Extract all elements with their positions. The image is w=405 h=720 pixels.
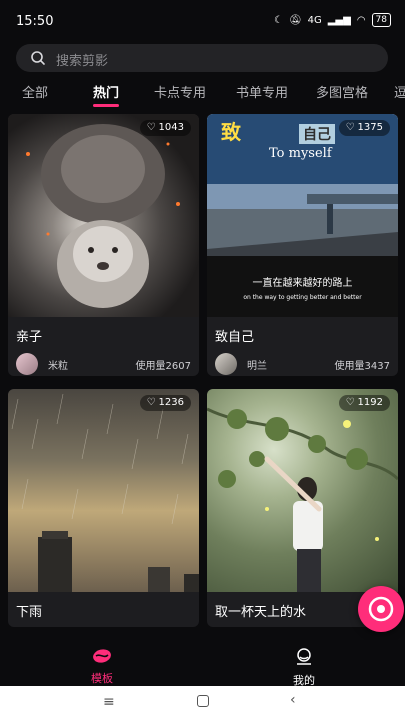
card-title: 下雨 (16, 605, 43, 620)
likes-badge: ♡ 1192 (338, 395, 390, 411)
template-thumbnail: ♡ 1236 (8, 389, 199, 592)
overlay-line-2: on the way to getting better and better (243, 294, 362, 301)
likes-count: 1236 (158, 397, 184, 408)
usage-count: 使用量3437 (334, 361, 390, 372)
status-bar: 15:50 ☾ 🔕︎ 4G ▂▄▆ ◠ 78 (0, 0, 405, 40)
menu-icon[interactable]: ≡ (103, 694, 115, 710)
heart-icon: ♡ (146, 122, 156, 133)
usage-count: 使用量2607 (135, 361, 191, 372)
network-label: 4G (307, 14, 322, 26)
search-icon (31, 51, 45, 65)
tree-image (207, 407, 398, 592)
template-icon (93, 649, 111, 663)
active-tab-indicator (93, 104, 119, 107)
moon-icon: ☾ (273, 14, 283, 26)
search-bar[interactable]: 搜索剪影 (16, 44, 388, 72)
card-title: 取一杯天上的水 (215, 605, 307, 620)
card-title: 致自己 (215, 330, 255, 345)
status-icons: ☾ 🔕︎ 4G ▂▄▆ ◠ 78 (274, 13, 391, 27)
heart-icon: ♡ (345, 122, 355, 133)
rain-image (11, 393, 199, 592)
template-thumbnail: 致 自己 To myself 一直在越来越好的路上 on the way to … (207, 114, 398, 317)
back-icon[interactable]: ‹ (290, 692, 296, 708)
likes-count: 1043 (158, 122, 184, 133)
overlay-english: To myself (269, 146, 332, 161)
heart-icon: ♡ (146, 397, 156, 408)
nav-templates[interactable]: 模板 (72, 648, 132, 686)
camera-icon (368, 596, 394, 622)
tab-beat-sync[interactable]: 卡点专用 (154, 82, 206, 101)
template-card[interactable]: 致 自己 To myself 一直在越来越好的路上 on the way to … (207, 114, 398, 376)
likes-count: 1375 (357, 122, 383, 133)
likes-badge: ♡ 1043 (139, 120, 191, 136)
tab-all[interactable]: 全部 (22, 82, 48, 101)
bottom-nav: 模板 我的 (0, 640, 405, 688)
status-time: 15:50 (16, 14, 54, 29)
profile-icon (297, 648, 311, 665)
overlay-line-1: 一直在越来越好的路上 (252, 278, 353, 289)
lion-image (26, 124, 180, 308)
tab-more[interactable]: 逗 (394, 82, 405, 101)
template-thumbnail: ♡ 1192 (207, 389, 398, 592)
likes-badge: ♡ 1236 (139, 395, 191, 411)
battery-icon: 78 (371, 13, 391, 27)
template-card[interactable]: ♡ 1043 亲子 米粒 使用量2607 (8, 114, 199, 376)
search-placeholder: 搜索剪影 (56, 54, 109, 69)
tab-multi-grid[interactable]: 多图宫格 (316, 82, 368, 101)
home-icon[interactable] (197, 695, 209, 707)
template-card[interactable]: ♡ 1236 下雨 (8, 389, 199, 627)
wifi-icon: ◠ (356, 14, 366, 26)
tab-booklist[interactable]: 书单专用 (236, 82, 288, 101)
system-nav-bar: ≡ ‹ (0, 686, 405, 720)
card-title: 亲子 (16, 330, 43, 345)
template-thumbnail: ♡ 1043 (8, 114, 199, 317)
author-name: 米粒 (48, 361, 68, 372)
heart-icon: ♡ (345, 397, 355, 408)
author-name: 明兰 (247, 361, 267, 372)
overlay-subtitle: 自己 (299, 124, 335, 144)
signal-icon: ▂▄▆ (327, 14, 351, 26)
likes-badge: ♡ 1375 (338, 120, 390, 136)
nav-templates-label: 模板 (91, 672, 113, 685)
avatar (16, 353, 38, 375)
category-tabs: 全部 热门 卡点专用 书单专用 多图宫格 逗 (0, 80, 405, 110)
overlay-title: 致 (221, 120, 241, 144)
likes-count: 1192 (357, 397, 383, 408)
nav-profile[interactable]: 我的 (274, 648, 334, 688)
tab-hot[interactable]: 热门 (93, 82, 119, 101)
avatar (215, 353, 237, 375)
camera-button[interactable] (358, 586, 404, 632)
mute-icon: 🔕︎ (288, 14, 302, 26)
